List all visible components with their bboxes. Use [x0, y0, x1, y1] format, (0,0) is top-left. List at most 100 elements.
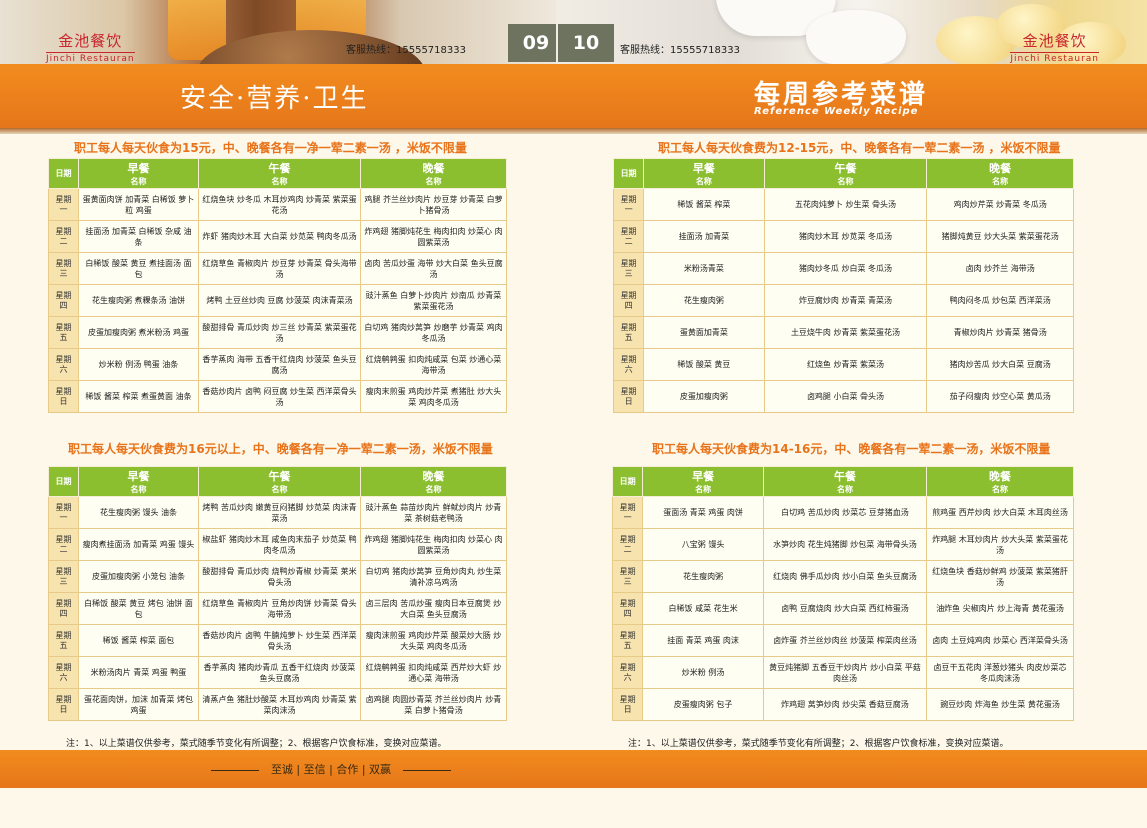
- lunch-cell: 五花肉炖萝卜 炒生菜 骨头汤: [763, 188, 928, 221]
- lunch-cell: 椒盐虾 猪肉炒木耳 咸鱼肉末茄子 炒苋菜 鸭肉冬瓜汤: [198, 528, 361, 561]
- lunch-cell: 水笋炒肉 花生炖猪脚 炒包菜 海带骨头汤: [762, 528, 928, 561]
- dinner-cell: 白切鸡 猪肉炒莴笋 豆角炒肉丸 炒生菜 清补凉乌鸡汤: [360, 560, 507, 593]
- breakfast-cell: 米粉汤肉片 青菜 鸡蛋 鸭蛋: [78, 656, 199, 689]
- day-cell: 星期日: [48, 380, 79, 413]
- day-cell: 星期六: [48, 656, 79, 689]
- dinner-cell: 卤肉 土豆炖鸡肉 炒菜心 西洋菜骨头汤: [926, 624, 1074, 657]
- breakfast-cell: 白稀饭 酸菜 黄豆 烤包 油饼 面包: [78, 592, 199, 625]
- table-row: 星期三 米粉汤青菜 猪肉炒冬瓜 炒白菜 冬瓜汤 卤肉 炒芥兰 海带汤: [612, 252, 1074, 285]
- lunch-cell: 黄豆炖猪脚 五香豆干炒肉片 炒小白菜 平菇肉丝汤: [762, 656, 928, 689]
- day-cell: 星期日: [611, 688, 644, 721]
- dinner-cell: 豌豆炒肉 炸海鱼 炒生菜 黄花蛋汤: [926, 688, 1074, 721]
- dinner-header-subtitle: 名称: [992, 484, 1008, 494]
- breakfast-cell: 白稀饭 咸菜 花生米: [642, 592, 764, 625]
- breakfast-cell: 瘦肉煮挂面汤 加青菜 鸡蛋 馒头: [78, 528, 199, 561]
- breakfast-cell: 花生瘦肉粥: [642, 560, 764, 593]
- table-header-row: 日期 早餐 名称 午餐 名称 晚餐 名称: [612, 158, 1074, 189]
- title-banner: 每周参考菜谱 Reference Weekly Recipe: [556, 64, 1147, 128]
- right-page: 金池餐饮 Jinchi Restauran 客服热线：15555718333 1…: [556, 0, 1147, 828]
- dinner-cell: 卤肉 炒芥兰 海带汤: [926, 252, 1074, 285]
- breakfast-cell: 稀饭 酱菜 榨菜: [643, 188, 765, 221]
- table-row: 星期六 炒米粉 例汤 鸭蛋 油条 香芋蒸肉 海带 五香干红烧肉 炒菠菜 鱼头豆腐汤红…: [48, 348, 507, 381]
- footnote: 注：1、以上菜谱仅供参考，菜式随季节变化有所调整；2、根据客户饮食标准，变换对应…: [66, 739, 447, 749]
- dinner-column-header: 晚餐 名称: [926, 158, 1074, 189]
- dinner-header-title: 晚餐: [422, 469, 445, 483]
- dinner-cell: 瘦肉沫煎蛋 鸡肉炒芹菜 酸菜炒大肠 炒大头菜 鸡肉冬瓜汤: [360, 624, 507, 657]
- divider-line: [403, 769, 452, 771]
- brand-name-en: Jinchi Restauran: [1010, 52, 1099, 64]
- day-cell: 星期五: [48, 316, 79, 349]
- breakfast-cell: 八宝粥 馒头: [642, 528, 764, 561]
- breakfast-cell: 皮蛋瘦肉粥 包子: [642, 688, 764, 721]
- brand-name-cn: 金池餐饮: [58, 32, 123, 50]
- page-number: 10: [558, 24, 614, 62]
- table-row: 星期二 挂面汤 加青菜 猪肉炒木耳 炒苋菜 冬瓜汤 猪脚炖黄豆 炒大头菜 紫菜蛋花汤: [612, 220, 1074, 253]
- dinner-cell: 猪脚炖黄豆 炒大头菜 紫菜蛋花汤: [926, 220, 1074, 253]
- breakfast-cell: 蛋面汤 青菜 鸡蛋 肉饼: [642, 496, 764, 529]
- title-banner: 安全·营养·卫生: [0, 64, 556, 128]
- lunch-cell: 烤鸭 土豆丝炒肉 豆腐 炒菠菜 肉沫青菜汤: [198, 284, 361, 317]
- table-row: 星期日 皮蛋瘦肉粥 包子 炸鸡翅 莴笋炒肉 炒尖菜 香菇豆腐汤 豌豆炒肉 炸海鱼 炒生…: [611, 688, 1074, 721]
- day-cell: 星期二: [611, 528, 644, 561]
- day-cell: 星期三: [48, 560, 79, 593]
- breakfast-header-title: 早餐: [127, 161, 150, 175]
- lunch-header-title: 午餐: [268, 161, 291, 175]
- breakfast-header-subtitle: 名称: [695, 176, 712, 186]
- lunch-cell: 白切鸡 苦瓜炒肉 炒菜芯 豆芽猪血汤: [762, 496, 928, 529]
- motto-text: 至诚 | 至信 | 合作 | 双赢: [270, 763, 392, 776]
- brand-name-cn: 金池餐饮: [1022, 32, 1087, 50]
- lunch-cell: 猪肉炒木耳 炒苋菜 冬瓜汤: [763, 220, 928, 253]
- date-column-header: 日期: [48, 466, 79, 497]
- lunch-cell: 酸甜排骨 青瓜炒肉 炒三丝 炒青菜 紫菜蛋花汤: [198, 316, 361, 349]
- hotline-text: 客服热线：15555718333: [346, 45, 466, 56]
- breakfast-cell: 皮蛋加瘦肉粥 煮米粉汤 鸡蛋: [78, 316, 199, 349]
- table-row: 星期五 皮蛋加瘦肉粥 煮米粉汤 鸡蛋 酸甜排骨 青瓜炒肉 炒三丝 炒青菜 紫菜蛋花汤…: [48, 316, 507, 349]
- day-cell: 星期一: [48, 188, 79, 221]
- breakfast-header-title: 早餐: [692, 469, 715, 483]
- lunch-cell: 炸虾 猪肉炒木耳 大白菜 炒苋菜 鸭肉冬瓜汤: [198, 220, 361, 253]
- lunch-column-header: 午餐 名称: [198, 466, 361, 497]
- lunch-cell: 炸豆腐炒肉 炒青菜 青菜汤: [763, 284, 928, 317]
- breakfast-header-title: 早餐: [692, 161, 715, 175]
- menu-table: 日期 早餐 名称 午餐 名称 晚餐 名称 星期一 花生瘦肉粥 馒头 油条 烤鸭 苦瓜炒肉 嫩黄豆闷…: [48, 466, 507, 721]
- lunch-header-subtitle: 名称: [271, 176, 288, 186]
- dinner-header-title: 晚餐: [422, 161, 445, 175]
- dinner-cell: 卤肉 苦瓜炒蛋 海带 炒大白菜 鱼头豆腐汤: [360, 252, 507, 285]
- table-row: 星期日 稀饭 酱菜 榨菜 煮蛋黄面 油条 香菇炒肉片 卤鸭 闷豆腐 炒生菜 西洋菜骨…: [48, 380, 507, 413]
- dinner-cell: 煎鸡蛋 西芹炒肉 炒大白菜 木耳肉丝汤: [926, 496, 1074, 529]
- day-cell: 星期五: [611, 624, 644, 657]
- day-cell: 星期二: [48, 528, 79, 561]
- breakfast-cell: 花生瘦肉粥 煮粿条汤 油饼: [78, 284, 199, 317]
- table-row: 星期一 蛋面汤 青菜 鸡蛋 肉饼 白切鸡 苦瓜炒肉 炒菜芯 豆芽猪血汤 煎鸡蛋 西芹炒…: [611, 496, 1074, 529]
- page-number: 09: [508, 24, 556, 62]
- breakfast-cell: 皮蛋加瘦肉粥: [643, 380, 765, 413]
- menu-table: 日期 早餐 名称 午餐 名称 晚餐 名称 星期一 蛋面汤 青菜 鸡蛋 肉饼 白切鸡 苦瓜炒肉 炒菜…: [611, 466, 1074, 721]
- lunch-cell: 烤鸭 苦瓜炒肉 嫩黄豆闷猪脚 炒苋菜 肉沫青菜汤: [198, 496, 361, 529]
- table-row: 星期二 八宝粥 馒头 水笋炒肉 花生炖猪脚 炒包菜 海带骨头汤 炸鸡腿 木耳炒肉片 炒…: [611, 528, 1074, 561]
- table-row: 星期五 稀饭 酱菜 榨菜 面包 香菇炒肉片 卤鸭 牛腩炖萝卜 炒生菜 西洋菜骨头汤瘦…: [48, 624, 507, 657]
- left-page: 金池餐饮 Jinchi Restauran 客服热线：15555718333 0…: [0, 0, 556, 828]
- day-cell: 星期一: [48, 496, 79, 529]
- lunch-header-subtitle: 名称: [837, 176, 854, 186]
- lunch-cell: 香芋蒸肉 猪肉炒青瓜 五香干红烧肉 炒菠菜 鱼头豆腐汤: [198, 656, 361, 689]
- day-cell: 星期四: [612, 284, 645, 317]
- day-cell: 星期六: [611, 656, 644, 689]
- table-row: 星期日 蛋花面肉饼，加沫 加青菜 烤包 鸡蛋 清蒸卢鱼 猪肚炒酸菜 木耳炒鸡肉 炒青…: [48, 688, 507, 721]
- day-cell: 星期四: [48, 284, 79, 317]
- day-cell: 星期三: [48, 252, 79, 285]
- table-row: 星期四 白稀饭 酸菜 黄豆 烤包 油饼 面包 红烧草鱼 青椒肉片 豆角炒肉饼 炒青菜…: [48, 592, 507, 625]
- footer-bar: [556, 750, 1147, 788]
- lunch-header-title: 午餐: [268, 469, 291, 483]
- dinner-header-subtitle: 名称: [425, 176, 442, 186]
- breakfast-cell: 稀饭 酱菜 榨菜 面包: [78, 624, 199, 657]
- divider-line: [210, 769, 259, 771]
- dinner-cell: 白切鸡 猪肉炒莴笋 炒磨芋 炒青菜 鸡肉冬瓜汤: [360, 316, 507, 349]
- lunch-cell: 香菇炒肉片 卤鸭 闷豆腐 炒生菜 西洋菜骨头汤: [198, 380, 361, 413]
- teapot-image: [806, 10, 906, 64]
- date-column-header: 日期: [612, 158, 645, 189]
- breakfast-column-header: 早餐 名称: [78, 466, 199, 497]
- breakfast-column-header: 早餐 名称: [642, 466, 764, 497]
- dinner-cell: 炸鸡腿 木耳炒肉片 炒大头菜 紫菜蛋花汤: [926, 528, 1074, 561]
- lunch-cell: 卤鸡腿 小白菜 骨头汤: [763, 380, 928, 413]
- day-cell: 星期五: [48, 624, 79, 657]
